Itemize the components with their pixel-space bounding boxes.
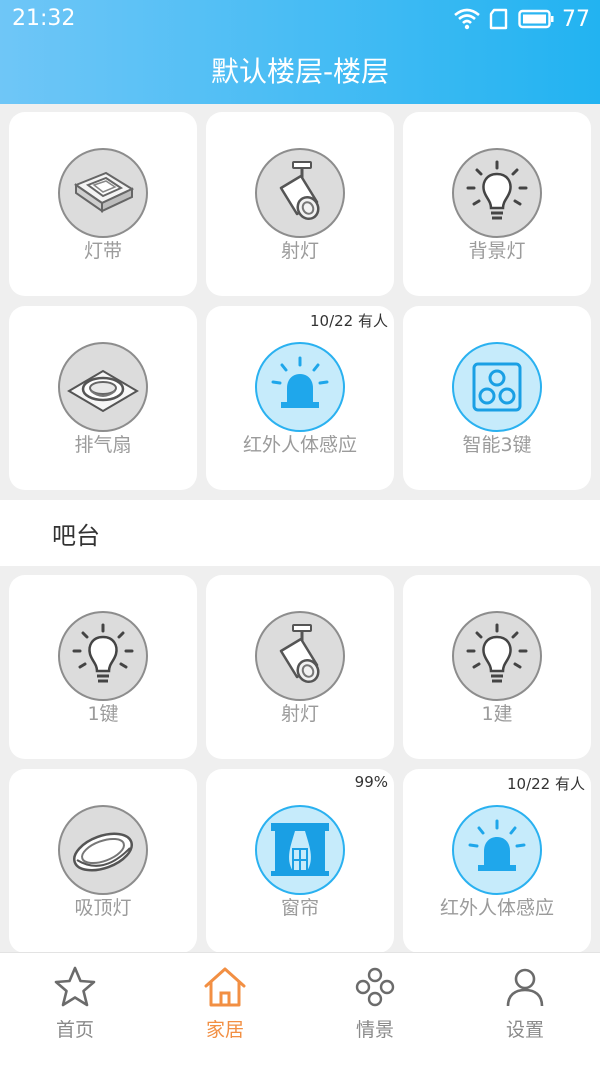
- home-icon: [204, 967, 246, 1007]
- app-header: 21:32 77 默认楼层-楼层: [0, 0, 600, 104]
- device-card-spotlight[interactable]: 射灯: [206, 575, 394, 759]
- tab-label: 设置: [505, 1019, 544, 1041]
- person-icon: [506, 968, 544, 1007]
- status-time: 21:32: [12, 6, 76, 31]
- device-card-1-switch[interactable]: 1建: [403, 575, 591, 759]
- battery-icon: [518, 9, 554, 29]
- room-device-grid: 1键 射灯 1建 吸顶灯 99% 窗帘 10/22 有人 红外人体感应: [9, 575, 591, 952]
- spotlight-icon: [255, 148, 345, 238]
- bulb-icon: [58, 611, 148, 701]
- device-card-1-key[interactable]: 1键: [9, 575, 197, 759]
- status-icons: 77: [454, 6, 590, 32]
- tab-scene[interactable]: 情景: [300, 953, 450, 1068]
- device-label: 智能3键: [462, 434, 532, 456]
- tab-home[interactable]: 首页: [0, 953, 150, 1068]
- device-card-spotlight[interactable]: 射灯: [206, 112, 394, 296]
- device-label: 红外人体感应: [439, 897, 554, 919]
- tab-label: 首页: [55, 1019, 94, 1041]
- tab-label: 家居: [205, 1019, 244, 1041]
- device-label: 射灯: [280, 703, 319, 725]
- device-label: 吸顶灯: [74, 897, 132, 919]
- sensor-status-badge: 10/22 有人: [507, 775, 585, 793]
- bulb-icon: [452, 148, 542, 238]
- led-strip-icon: [58, 148, 148, 238]
- device-label: 射灯: [280, 240, 319, 262]
- alarm-sensor-icon: [452, 805, 542, 895]
- room-section-header: 吧台: [0, 500, 600, 566]
- device-list[interactable]: 灯带 射灯 背景灯 排气扇 10/22 有人 红外人体感应 智能3键 吧台 1键…: [0, 104, 600, 952]
- alarm-sensor-icon: [255, 342, 345, 432]
- device-label: 1键: [87, 703, 119, 725]
- tab-label: 情景: [355, 1019, 394, 1041]
- device-label: 窗帘: [280, 897, 319, 919]
- device-card-infrared-sensor[interactable]: 10/22 有人 红外人体感应: [206, 306, 394, 490]
- exhaust-fan-icon: [58, 342, 148, 432]
- ceiling-light-icon: [58, 805, 148, 895]
- device-label: 排气扇: [74, 434, 132, 456]
- page-title: 默认楼层-楼层: [210, 55, 390, 88]
- tab-settings[interactable]: 设置: [450, 953, 600, 1068]
- status-bar: 21:32 77: [0, 0, 600, 38]
- device-card-light-strip[interactable]: 灯带: [9, 112, 197, 296]
- room-device-grid: 灯带 射灯 背景灯 排气扇 10/22 有人 红外人体感应 智能3键: [9, 112, 591, 496]
- device-card-ceiling-light[interactable]: 吸顶灯: [9, 769, 197, 952]
- device-card-infrared-sensor[interactable]: 10/22 有人 红外人体感应: [403, 769, 591, 952]
- device-card-exhaust-fan[interactable]: 排气扇: [9, 306, 197, 490]
- device-label: 1建: [481, 703, 513, 725]
- three-key-switch-icon: [452, 342, 542, 432]
- tab-household[interactable]: 家居: [150, 953, 300, 1068]
- device-label: 背景灯: [468, 240, 526, 262]
- device-label: 红外人体感应: [242, 434, 357, 456]
- device-card-smart-3-key[interactable]: 智能3键: [403, 306, 591, 490]
- room-title: 吧台: [52, 522, 100, 550]
- scene-icon: [355, 967, 395, 1007]
- wifi-icon: [454, 8, 480, 30]
- device-label: 灯带: [83, 240, 122, 262]
- bottom-tab-bar: 首页 家居 情景 设置: [0, 952, 600, 1068]
- star-icon: [54, 966, 96, 1007]
- battery-level: 77: [562, 6, 590, 32]
- sensor-status-badge: 10/22 有人: [310, 312, 388, 330]
- device-card-curtain[interactable]: 99% 窗帘: [206, 769, 394, 952]
- bulb-icon: [452, 611, 542, 701]
- device-card-background-light[interactable]: 背景灯: [403, 112, 591, 296]
- curtain-level-badge: 99%: [354, 773, 388, 791]
- curtain-icon: [255, 805, 345, 895]
- sim-card-icon: [489, 8, 508, 30]
- spotlight-icon: [255, 611, 345, 701]
